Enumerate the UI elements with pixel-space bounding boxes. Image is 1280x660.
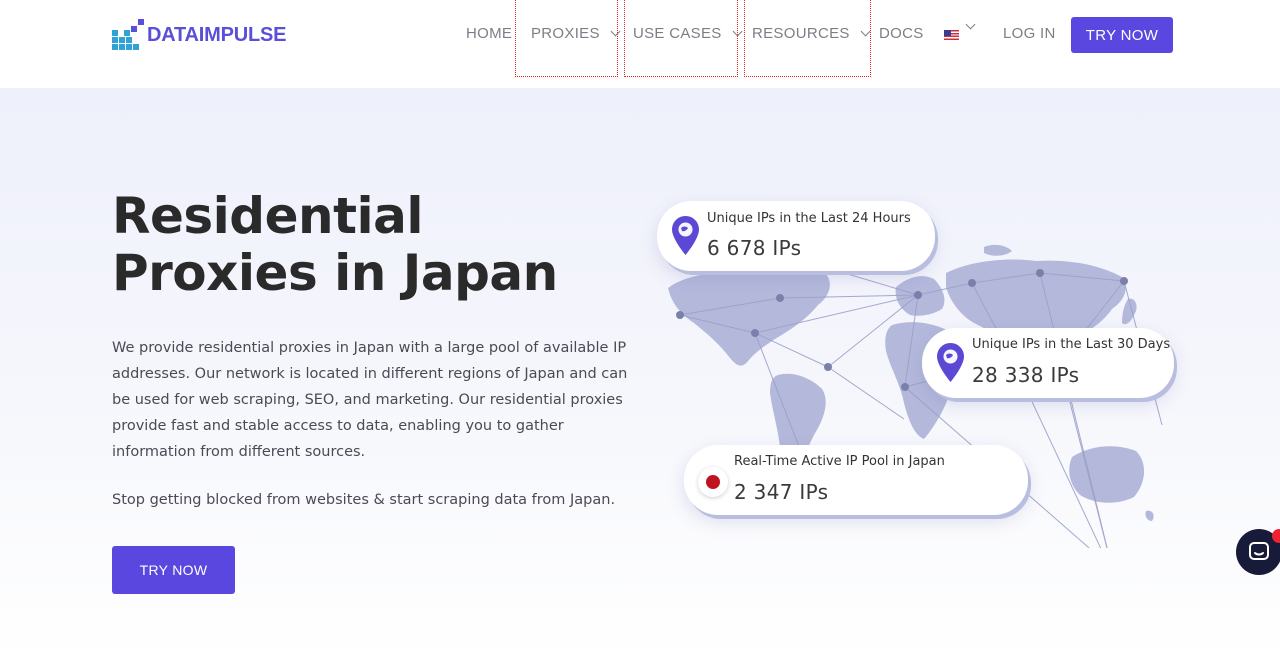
nav-home[interactable]: HOME — [466, 25, 512, 42]
chevron-down-icon — [732, 26, 743, 37]
stat-value-30d: 28 338 IPs — [972, 363, 1080, 387]
japan-flag-icon — [698, 467, 728, 497]
location-pin-icon — [937, 343, 964, 382]
nav-login-label: LOG IN — [1003, 25, 1056, 42]
nav-proxies[interactable]: PROXIES — [531, 25, 621, 42]
location-pin-icon — [672, 216, 699, 255]
stat-card-30d: Unique IPs in the Last 30 Days 28 338 IP… — [922, 328, 1174, 398]
hero-description: We provide residential proxies in Japan … — [112, 340, 628, 460]
hero-try-now-button[interactable]: TRY NOW — [112, 546, 235, 594]
stat-card-active-pool: Real-Time Active IP Pool in Japan 2 347 … — [684, 445, 1028, 515]
logo-text: DATAIMPULSE — [147, 23, 287, 46]
language-dropdown[interactable] — [965, 19, 976, 30]
stat-value-active-pool: 2 347 IPs — [734, 480, 829, 504]
logo-mark-icon — [112, 19, 144, 51]
header-try-now-button[interactable]: TRY NOW — [1071, 17, 1173, 53]
nav-login[interactable]: LOG IN — [1003, 25, 1056, 42]
nav-use-cases[interactable]: USE CASES — [633, 25, 743, 42]
nav-home-label: HOME — [466, 25, 513, 42]
stat-value-24h: 6 678 IPs — [707, 236, 802, 260]
nav-resources[interactable]: RESOURCES — [752, 25, 871, 42]
chevron-down-icon — [965, 19, 976, 30]
stat-label-30d: Unique IPs in the Last 30 Days — [972, 337, 1171, 352]
nav-resources-label: RESOURCES — [752, 25, 850, 42]
page-title: Residential Proxies in Japan — [112, 187, 558, 302]
chevron-down-icon — [610, 26, 621, 37]
chat-icon — [1249, 542, 1269, 560]
us-flag-icon[interactable] — [944, 30, 959, 40]
notification-badge — [1272, 529, 1280, 543]
site-header: DATAIMPULSE HOME PROXIES USE CASES RESOU… — [0, 0, 1280, 88]
nav-docs[interactable]: DOCS — [879, 25, 924, 42]
hero-subtext: Stop getting blocked from websites & sta… — [112, 492, 616, 508]
hero-section: Residential Proxies in Japan We provide … — [0, 88, 1280, 660]
nav-proxies-label: PROXIES — [531, 25, 600, 42]
logo[interactable]: DATAIMPULSE — [112, 18, 286, 52]
stat-label-24h: Unique IPs in the Last 24 Hours — [707, 211, 911, 226]
stat-card-24h: Unique IPs in the Last 24 Hours 6 678 IP… — [657, 201, 935, 271]
nav-docs-label: DOCS — [879, 25, 924, 42]
chevron-down-icon — [860, 26, 871, 37]
nav-use-cases-label: USE CASES — [633, 25, 722, 42]
stat-label-active-pool: Real-Time Active IP Pool in Japan — [734, 454, 945, 469]
